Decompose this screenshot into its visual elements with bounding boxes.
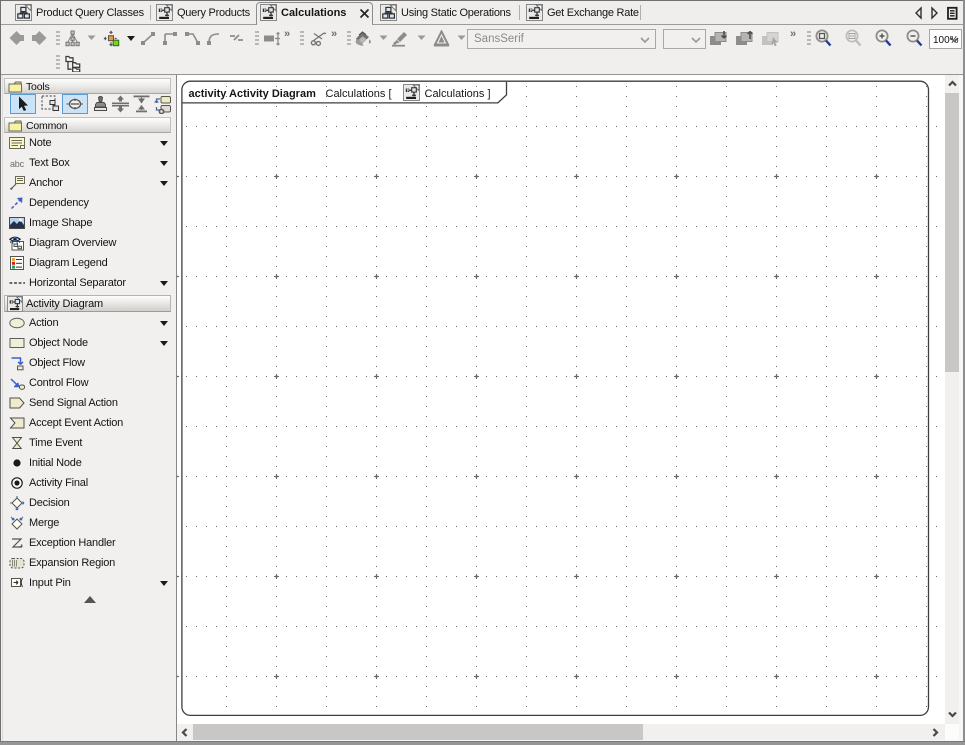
svg-text:abc: abc xyxy=(10,159,25,169)
